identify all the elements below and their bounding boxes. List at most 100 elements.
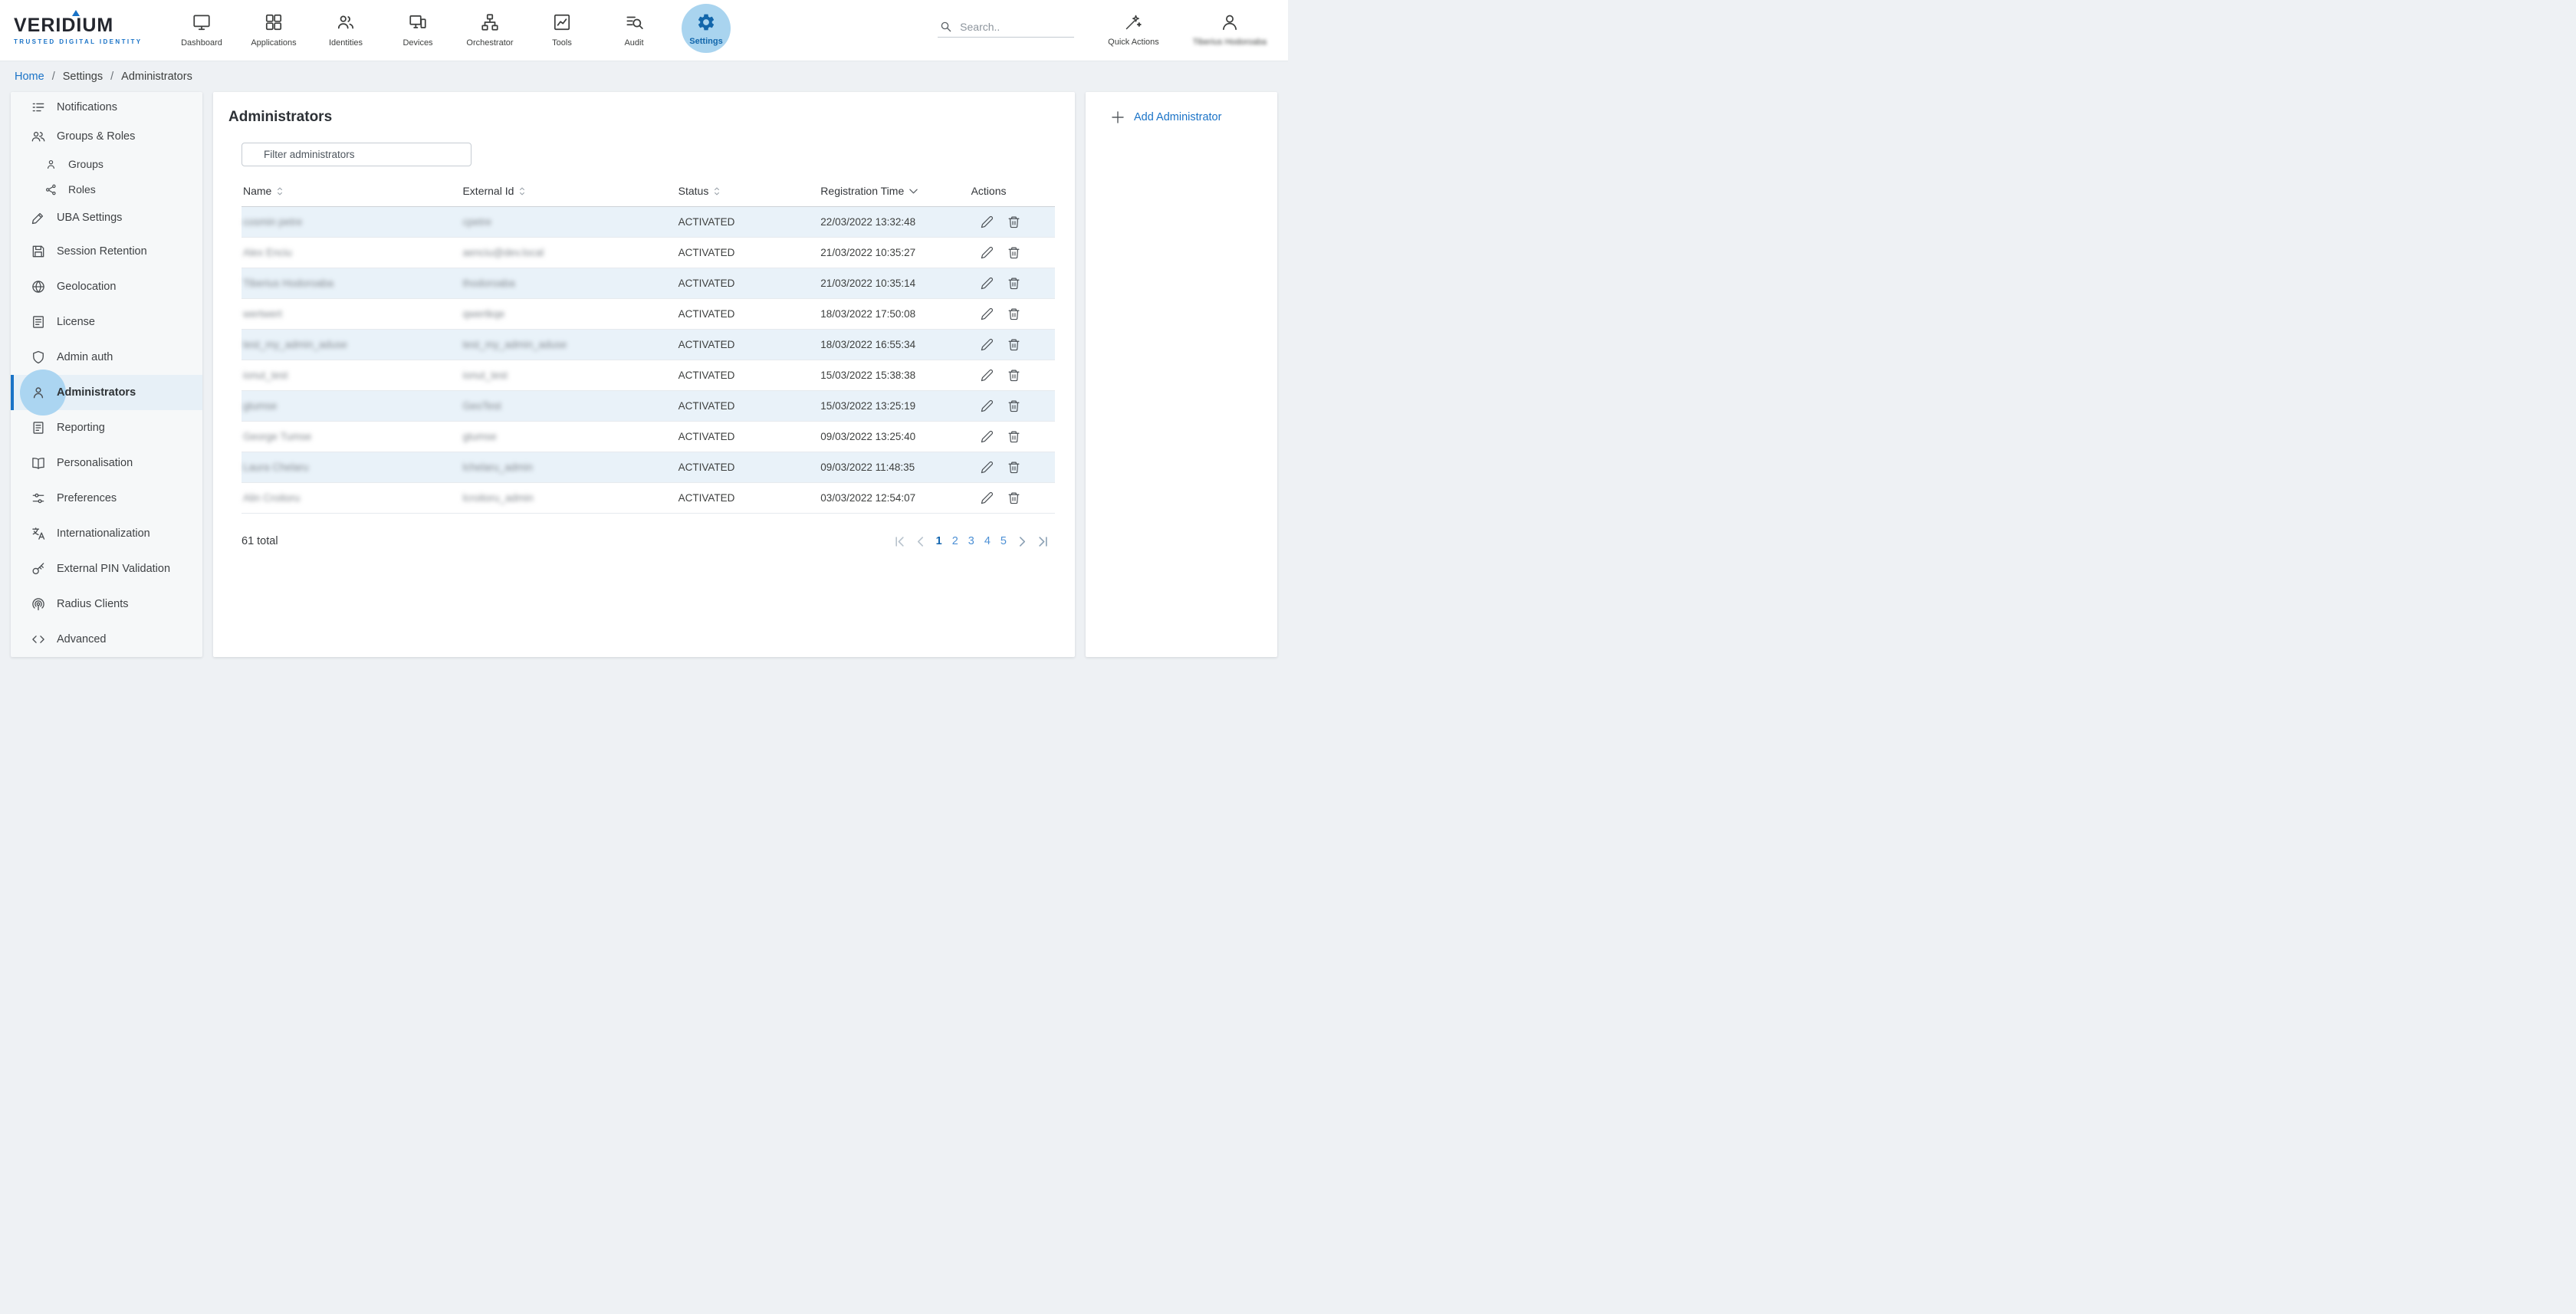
edit-pencil-icon[interactable] xyxy=(981,399,994,412)
delete-trash-icon[interactable] xyxy=(1007,215,1020,228)
nav-item-orchestrator[interactable]: Orchestrator xyxy=(454,0,526,61)
admin-name: Laura Chelaru xyxy=(242,452,461,483)
page-number-4[interactable]: 4 xyxy=(982,535,993,547)
edit-pencil-icon[interactable] xyxy=(981,491,994,504)
delete-trash-icon[interactable] xyxy=(1007,369,1020,382)
edit-pencil-icon[interactable] xyxy=(981,369,994,382)
edit-pencil-icon[interactable] xyxy=(981,277,994,290)
settings-sidebar: Notifications Groups & Roles Groups Role… xyxy=(11,92,202,657)
sidebar-item-radius-clients[interactable]: Radius Clients xyxy=(11,586,202,622)
nav-item-identities[interactable]: Identities xyxy=(310,0,382,61)
admin-name: Alin Croitoru xyxy=(242,483,461,514)
first-page-icon[interactable] xyxy=(892,534,908,549)
nav-item-audit[interactable]: Audit xyxy=(598,0,670,61)
column-header-name[interactable]: Name xyxy=(242,179,461,207)
delete-trash-icon[interactable] xyxy=(1007,461,1020,474)
sidebar-item-personalisation[interactable]: Personalisation xyxy=(11,445,202,481)
breadcrumb-home-link[interactable]: Home xyxy=(15,71,44,83)
admin-name: test_my_admin_aduse xyxy=(242,330,461,360)
edit-pencil-icon[interactable] xyxy=(981,246,994,259)
table-header-row: Name External Id Status Registration Tim… xyxy=(242,179,1055,207)
admin-name: Tiberius Hodoroaba xyxy=(242,268,461,299)
admin-status: ACTIVATED xyxy=(677,330,820,360)
delete-trash-icon[interactable] xyxy=(1007,338,1020,351)
sidebar-item-groups-roles[interactable]: Groups & Roles xyxy=(11,121,202,151)
table-row: Alin Croitoru lcroitoru_admin ACTIVATED … xyxy=(242,483,1055,514)
column-header-external-id[interactable]: External Id xyxy=(461,179,676,207)
applications-grid-icon xyxy=(264,11,284,32)
license-document-icon xyxy=(31,314,46,330)
shield-icon xyxy=(31,350,46,365)
sidebar-item-notifications[interactable]: Notifications xyxy=(11,94,202,121)
admin-name: Alex Enciu xyxy=(242,238,461,268)
edit-pencil-icon[interactable] xyxy=(981,215,994,228)
sidebar-item-roles[interactable]: Roles xyxy=(11,177,202,202)
sidebar-item-preferences[interactable]: Preferences xyxy=(11,481,202,516)
veridium-logo[interactable]: VERIDIUM TRUSTED DIGITAL IDENTITY xyxy=(0,0,163,61)
edit-pencil-icon[interactable] xyxy=(981,338,994,351)
global-search xyxy=(938,17,1074,38)
delete-trash-icon[interactable] xyxy=(1007,399,1020,412)
admin-status: ACTIVATED xyxy=(677,299,820,330)
previous-page-icon[interactable] xyxy=(913,534,928,549)
admin-registration-time: 15/03/2022 13:25:19 xyxy=(819,391,969,422)
nav-item-applications[interactable]: Applications xyxy=(238,0,310,61)
page-number-2[interactable]: 2 xyxy=(950,535,961,547)
delete-trash-icon[interactable] xyxy=(1007,246,1020,259)
page-number-3[interactable]: 3 xyxy=(966,535,977,547)
admin-name: wertwert xyxy=(242,299,461,330)
admin-external-id: aenciu@dev.local xyxy=(461,238,676,268)
column-header-status[interactable]: Status xyxy=(677,179,820,207)
nav-item-settings[interactable]: Settings xyxy=(670,0,742,61)
groups-icon xyxy=(44,158,58,171)
sidebar-item-external-pin-validation[interactable]: External PIN Validation xyxy=(11,551,202,586)
breadcrumb: Home / Settings / Administrators xyxy=(0,61,1288,92)
sidebar-item-internationalization[interactable]: Internationalization xyxy=(11,516,202,551)
delete-trash-icon[interactable] xyxy=(1007,491,1020,504)
nav-item-devices[interactable]: Devices xyxy=(382,0,454,61)
quick-actions-button[interactable]: Quick Actions xyxy=(1108,11,1159,47)
admin-name: George Tumse xyxy=(242,422,461,452)
page-title: Administrators xyxy=(228,109,1055,126)
page-number-5[interactable]: 5 xyxy=(998,535,1009,547)
admin-name: ionut_test xyxy=(242,360,461,391)
delete-trash-icon[interactable] xyxy=(1007,307,1020,320)
column-header-registration-time[interactable]: Registration Time xyxy=(819,179,969,207)
edit-pencil-icon[interactable] xyxy=(981,430,994,443)
dashboard-icon xyxy=(192,11,212,32)
add-administrator-button[interactable]: Add Administrator xyxy=(1111,110,1277,124)
sidebar-item-reporting[interactable]: Reporting xyxy=(11,410,202,445)
nav-label: Tools xyxy=(552,38,572,48)
user-menu[interactable]: Tiberius Hodoroaba xyxy=(1193,11,1267,47)
sidebar-item-uba-settings[interactable]: UBA Settings xyxy=(11,202,202,234)
chevron-down-icon xyxy=(909,189,918,194)
admin-registration-time: 21/03/2022 10:35:14 xyxy=(819,268,969,299)
sidebar-item-geolocation[interactable]: Geolocation xyxy=(11,269,202,304)
nav-item-dashboard[interactable]: Dashboard xyxy=(166,0,238,61)
uba-settings-pen-icon xyxy=(31,210,46,225)
actions-side-panel: Add Administrator xyxy=(1086,92,1277,657)
roles-share-icon xyxy=(44,183,58,196)
next-page-icon[interactable] xyxy=(1014,534,1030,549)
sidebar-item-session-retention[interactable]: Session Retention xyxy=(11,234,202,269)
sidebar-item-advanced[interactable]: Advanced xyxy=(11,622,202,657)
sidebar-item-administrators[interactable]: Administrators xyxy=(11,375,202,410)
nav-item-tools[interactable]: Tools xyxy=(526,0,598,61)
page-number-1[interactable]: 1 xyxy=(934,535,945,547)
filter-administrators-input[interactable] xyxy=(242,143,472,166)
edit-pencil-icon[interactable] xyxy=(981,461,994,474)
open-book-icon xyxy=(31,455,46,471)
delete-trash-icon[interactable] xyxy=(1007,430,1020,443)
admin-external-id: GeoTest xyxy=(461,391,676,422)
admin-external-id: lchelaru_admin xyxy=(461,452,676,483)
sidebar-item-groups[interactable]: Groups xyxy=(11,151,202,177)
search-input[interactable] xyxy=(960,21,1063,33)
last-page-icon[interactable] xyxy=(1035,534,1050,549)
breadcrumb-settings[interactable]: Settings xyxy=(63,71,103,83)
sort-icon xyxy=(519,186,525,196)
user-avatar-icon xyxy=(1220,11,1240,32)
key-icon xyxy=(31,561,46,577)
sidebar-item-license[interactable]: License xyxy=(11,304,202,340)
delete-trash-icon[interactable] xyxy=(1007,277,1020,290)
edit-pencil-icon[interactable] xyxy=(981,307,994,320)
